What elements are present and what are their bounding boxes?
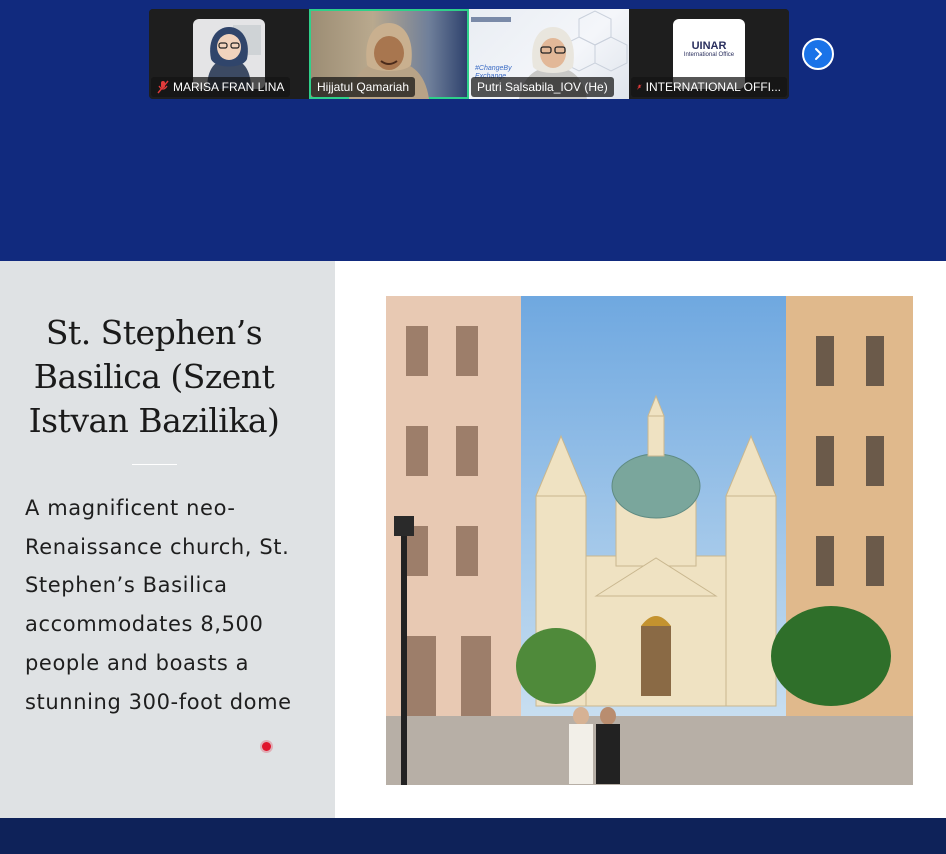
participant-name-tag: MARISA FRAN LINA bbox=[151, 77, 291, 97]
next-participants-button[interactable] bbox=[802, 38, 834, 70]
participant-tile[interactable]: #ChangeBy Exchange Putri Salsabila_IOV (… bbox=[469, 9, 629, 99]
participant-strip: MARISA FRAN LINA Hijjatul Qamariah #Chan… bbox=[149, 9, 789, 99]
logo-text: UINAR bbox=[691, 40, 727, 52]
laser-pointer bbox=[262, 742, 271, 751]
meeting-background-bottom bbox=[0, 818, 946, 854]
slide-text-panel: St. Stephen’s Basilica (Szent Istvan Baz… bbox=[0, 261, 335, 818]
mic-muted-icon bbox=[637, 84, 642, 90]
participant-tile[interactable]: MARISA FRAN LINA bbox=[149, 9, 309, 99]
participant-name: Putri Salsabila_IOV (He) bbox=[477, 80, 608, 94]
participant-name: Hijjatul Qamariah bbox=[317, 80, 410, 94]
chevron-right-icon bbox=[815, 48, 822, 60]
participant-name-tag: INTERNATIONAL OFFI... bbox=[631, 77, 787, 97]
participant-tile-active-speaker[interactable]: Hijjatul Qamariah bbox=[309, 9, 469, 99]
participant-tile[interactable]: UINAR International Office INTERNATIONAL… bbox=[629, 9, 789, 99]
participant-name-tag: Putri Salsabila_IOV (He) bbox=[471, 77, 614, 97]
mic-muted-icon bbox=[157, 80, 169, 94]
basilica-photo bbox=[386, 296, 913, 785]
title-divider bbox=[132, 464, 177, 465]
participant-name-tag: Hijjatul Qamariah bbox=[311, 77, 416, 97]
logo-subtext: International Office bbox=[683, 52, 735, 58]
participant-name: MARISA FRAN LINA bbox=[173, 80, 285, 94]
slide-description: A magnificent neo-Renaissance church, St… bbox=[25, 496, 292, 714]
slide-title: St. Stephen’s Basilica (Szent Istvan Baz… bbox=[28, 313, 280, 440]
participant-name: INTERNATIONAL OFFI... bbox=[645, 80, 781, 94]
